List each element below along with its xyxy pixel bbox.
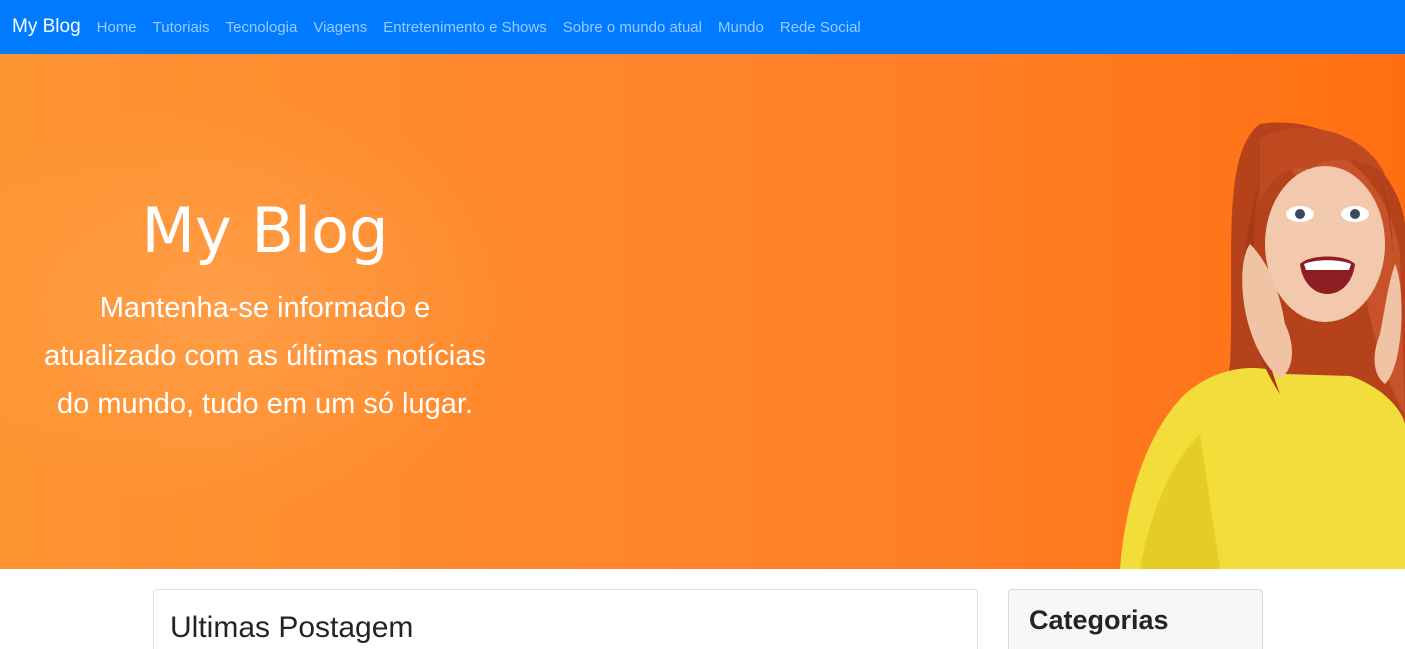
nav-link-viagens[interactable]: Viagens: [313, 19, 367, 36]
hero-person-image: [1120, 122, 1405, 569]
hero-subtitle: Mantenha-se informado e atualizado com a…: [10, 284, 520, 428]
categories-heading: Categorias: [1029, 605, 1169, 635]
nav-link-tutoriais[interactable]: Tutoriais: [153, 19, 210, 36]
nav-link-tecnologia[interactable]: Tecnologia: [226, 19, 298, 36]
brand-link[interactable]: My Blog: [12, 16, 81, 38]
hero-text-block: My Blog Mantenha-se informado e atualiza…: [10, 194, 520, 428]
hero-subtitle-line-2: atualizado com as últimas notícias: [44, 340, 486, 372]
hero-banner: My Blog Mantenha-se informado e atualiza…: [0, 54, 1405, 569]
nav-link-sobre-mundo-atual[interactable]: Sobre o mundo atual: [563, 19, 702, 36]
nav-link-entretenimento[interactable]: Entretenimento e Shows: [383, 19, 546, 36]
nav-link-mundo[interactable]: Mundo: [718, 19, 764, 36]
nav-link-home[interactable]: Home: [97, 19, 137, 36]
hero-subtitle-line-3: do mundo, tudo em um só lugar.: [57, 388, 473, 420]
latest-posts-heading: Ultimas Postagem: [170, 611, 414, 644]
nav-link-rede-social[interactable]: Rede Social: [780, 19, 861, 36]
latest-posts-card: Ultimas Postagem: [153, 589, 978, 649]
top-navbar: My Blog Home Tutoriais Tecnologia Viagen…: [0, 0, 1405, 54]
hero-subtitle-line-1: Mantenha-se informado e: [99, 292, 431, 324]
hero-title: My Blog: [141, 194, 389, 267]
categories-card: Categorias: [1008, 589, 1263, 649]
